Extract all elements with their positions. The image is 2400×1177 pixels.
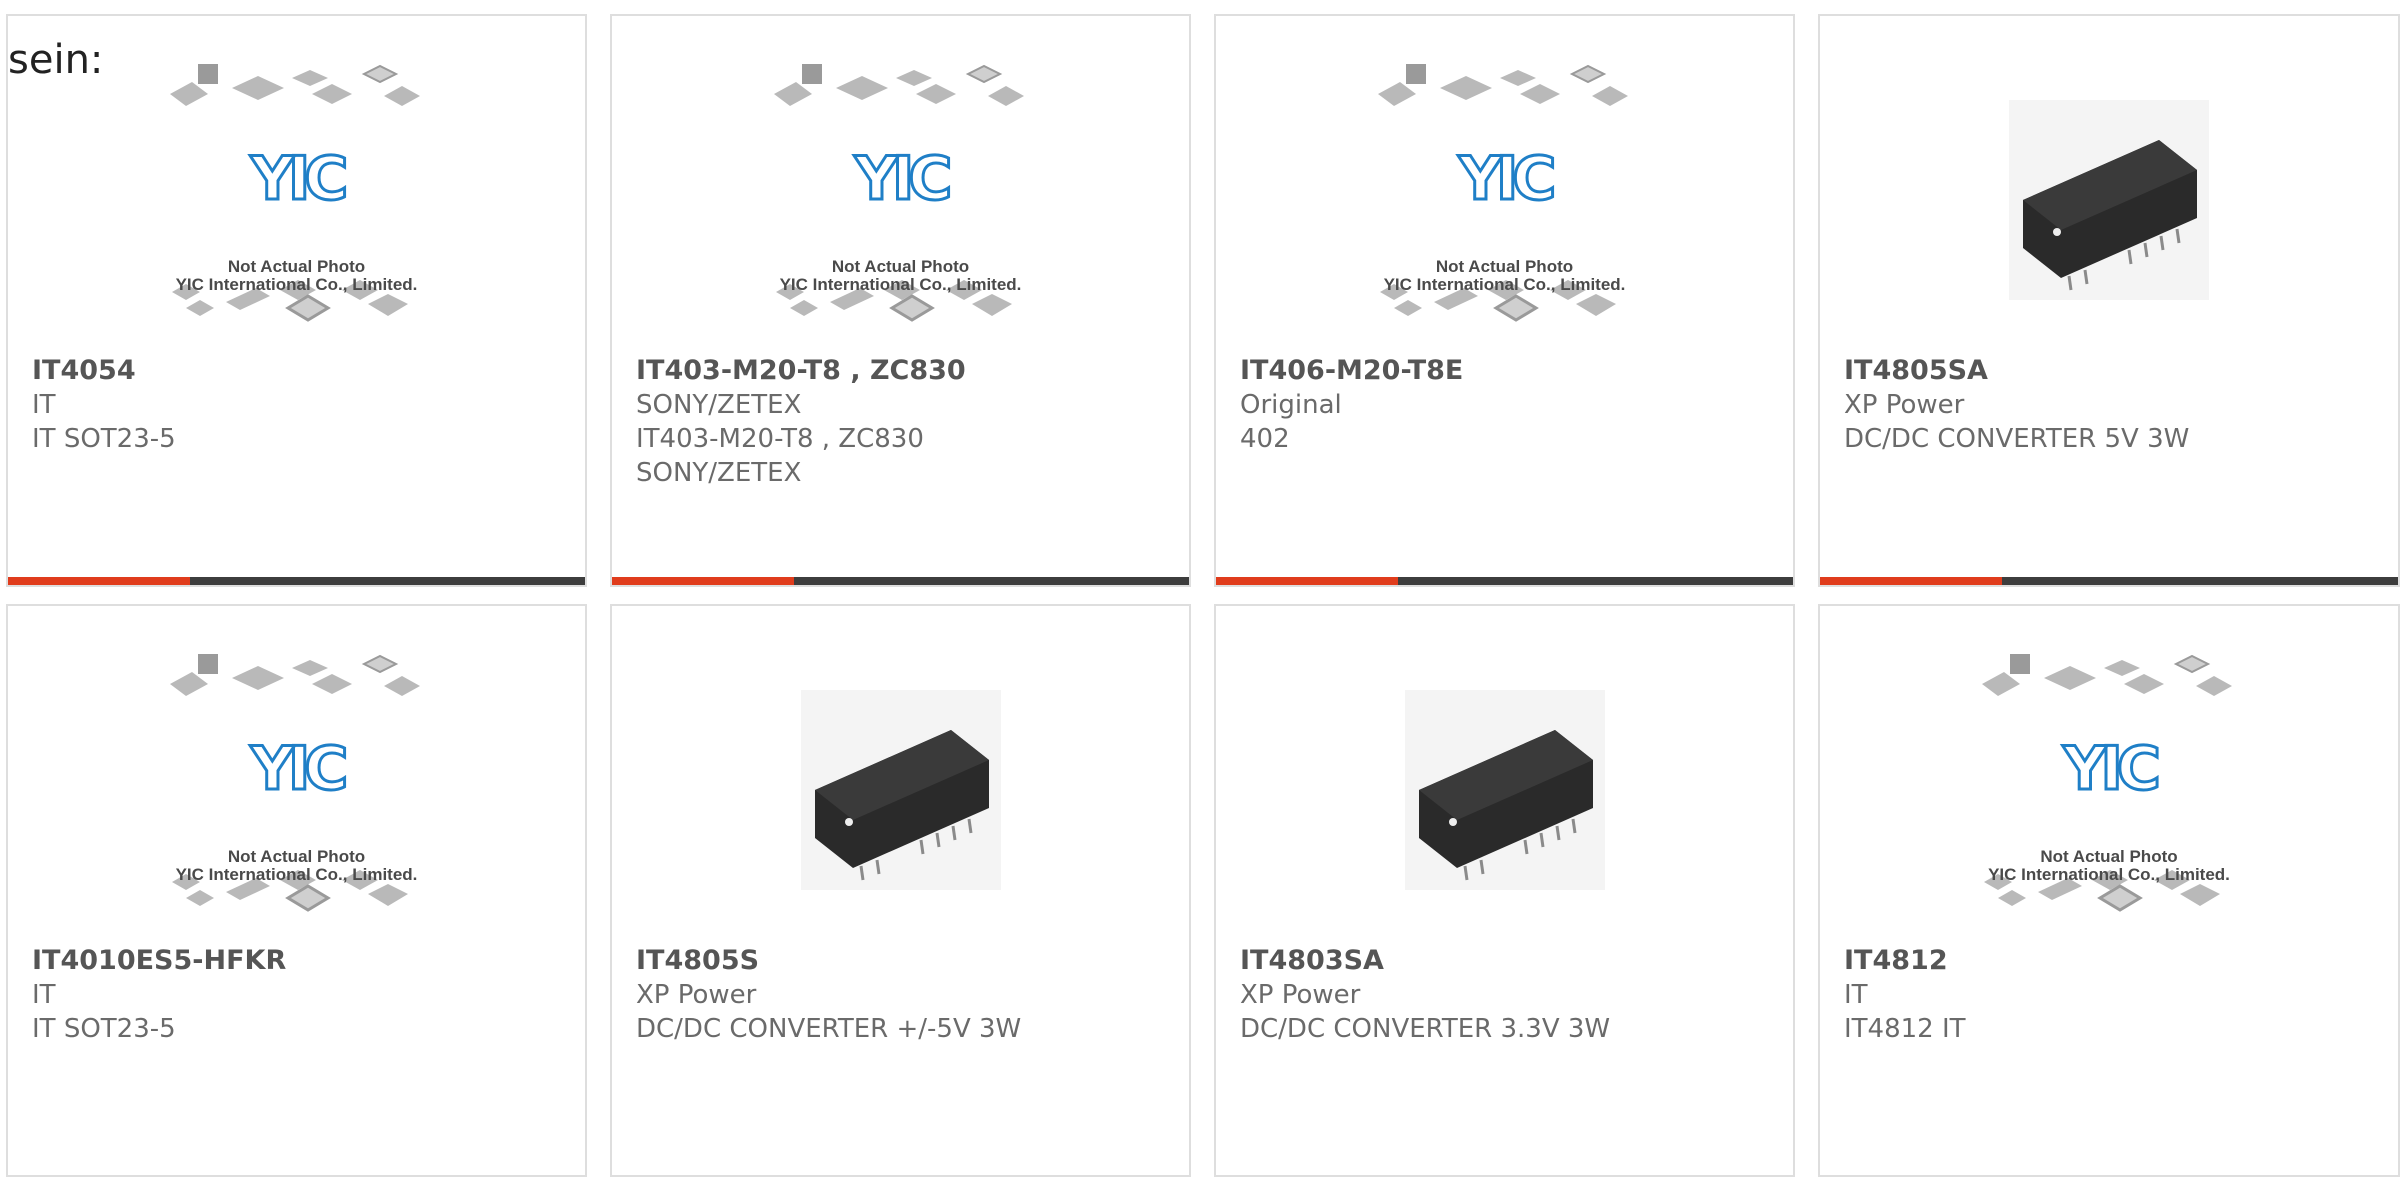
product-card[interactable]: YIC Not Actual Photo YIC International Co.…	[1818, 604, 2400, 1177]
part-number[interactable]: IT4010ES5-HFKR	[32, 944, 573, 978]
product-card[interactable]: YIC Not Actual Photo YIC International Co.…	[1214, 14, 1795, 587]
xp-power-module-image	[2009, 100, 2209, 300]
part-number[interactable]: IT4805S	[636, 944, 1177, 978]
not-actual-photo-placeholder: YIC Not Actual Photo YIC International Co.…	[1370, 54, 1640, 364]
product-image[interactable]: YIC Not Actual Photo YIC International Co.…	[1820, 644, 2398, 954]
part-number[interactable]: IT4812	[1844, 944, 2386, 978]
part-number[interactable]: IT4054	[32, 354, 573, 388]
not-actual-photo-placeholder: YIC Not Actual Photo YIC International Co.…	[162, 54, 432, 364]
placeholder-company: YIC International Co., Limited.	[779, 275, 1022, 294]
product-info: IT4812 IT IT4812 IT	[1844, 944, 2386, 1046]
card-accent-bar	[1216, 577, 1793, 585]
yic-logo: YIC	[249, 734, 350, 804]
manufacturer: SONY/ZETEX	[636, 390, 802, 420]
yic-logo: YIC	[249, 144, 350, 214]
part-number[interactable]: IT4805SA	[1844, 354, 2386, 388]
not-actual-photo-placeholder: YIC Not Actual Photo YIC International Co.…	[766, 54, 1036, 364]
description: 402	[1240, 424, 1290, 454]
product-card[interactable]: IT4805S XP Power DC/DC CONVERTER +/-5V 3…	[610, 604, 1191, 1177]
description: DC/DC CONVERTER 5V 3W	[1844, 424, 2190, 454]
part-number[interactable]: IT403-M20-T8 , ZC830	[636, 354, 1177, 388]
xp-power-module-image	[800, 690, 1001, 890]
product-image[interactable]	[1820, 54, 2398, 364]
product-card[interactable]: YIC Not Actual Photo YIC International Co.…	[610, 14, 1191, 587]
product-info: IT4805SA XP Power DC/DC CONVERTER 5V 3W	[1844, 354, 2386, 456]
description: DC/DC CONVERTER 3.3V 3W	[1240, 1014, 1611, 1044]
product-image[interactable]: YIC Not Actual Photo YIC International Co.…	[8, 644, 585, 954]
placeholder-company: YIC International Co., Limited.	[175, 275, 418, 294]
manufacturer: IT	[1844, 980, 1868, 1010]
card-accent-bar	[612, 577, 1189, 585]
product-image[interactable]: YIC Not Actual Photo YIC International Co.…	[1216, 54, 1793, 364]
product-info: IT403-M20-T8 , ZC830 SONY/ZETEX IT403-M2…	[636, 354, 1177, 490]
placeholder-company: YIC International Co., Limited.	[1383, 275, 1626, 294]
product-info: IT4805S XP Power DC/DC CONVERTER +/-5V 3…	[636, 944, 1177, 1046]
description: IT403-M20-T8 , ZC830	[636, 424, 924, 454]
manufacturer: XP Power	[1844, 390, 1965, 420]
placeholder-caption: Not Actual Photo	[1435, 257, 1574, 276]
manufacturer: XP Power	[636, 980, 757, 1010]
placeholder-caption: Not Actual Photo	[227, 257, 366, 276]
placeholder-caption: Not Actual Photo	[831, 257, 970, 276]
manufacturer: IT	[32, 390, 56, 420]
product-card[interactable]: YIC Not Actual Photo YIC International Co.…	[6, 604, 587, 1177]
product-info: IT4054 IT IT SOT23-5	[32, 354, 573, 456]
manufacturer: Original	[1240, 390, 1342, 420]
product-info: IT406-M20-T8E Original 402	[1240, 354, 1781, 456]
product-image[interactable]: YIC Not Actual Photo YIC International Co.…	[8, 54, 585, 364]
intro-text: sein:	[8, 37, 104, 83]
placeholder-caption: Not Actual Photo	[2040, 847, 2178, 866]
description: DC/DC CONVERTER +/-5V 3W	[636, 1014, 1022, 1044]
product-info: IT4010ES5-HFKR IT IT SOT23-5	[32, 944, 573, 1046]
product-grid: YIC Not Actual Photo YIC International Co.…	[0, 0, 2400, 1177]
yic-logo: YIC	[853, 144, 954, 214]
placeholder-caption: Not Actual Photo	[227, 847, 366, 866]
product-card[interactable]: IT4805SA XP Power DC/DC CONVERTER 5V 3W	[1818, 14, 2400, 587]
part-number[interactable]: IT4803SA	[1240, 944, 1781, 978]
manufacturer: IT	[32, 980, 56, 1010]
product-info: IT4803SA XP Power DC/DC CONVERTER 3.3V 3…	[1240, 944, 1781, 1046]
yic-logo: YIC	[2062, 734, 2163, 804]
placeholder-company: YIC International Co., Limited.	[1988, 865, 2230, 884]
description: IT4812 IT	[1844, 1014, 1966, 1044]
placeholder-company: YIC International Co., Limited.	[175, 865, 418, 884]
description: IT SOT23-5	[32, 1014, 176, 1044]
card-accent-bar	[8, 577, 585, 585]
product-card[interactable]: YIC Not Actual Photo YIC International Co.…	[6, 14, 587, 587]
card-accent-bar	[1820, 577, 2398, 585]
product-image[interactable]	[612, 644, 1189, 954]
part-number[interactable]: IT406-M20-T8E	[1240, 354, 1781, 388]
product-image[interactable]: YIC Not Actual Photo YIC International Co.…	[612, 54, 1189, 364]
not-actual-photo-placeholder: YIC Not Actual Photo YIC International Co.…	[1974, 644, 2244, 954]
description-extra: SONY/ZETEX	[636, 458, 802, 488]
manufacturer: XP Power	[1240, 980, 1361, 1010]
product-image[interactable]	[1216, 644, 1793, 954]
product-card[interactable]: IT4803SA XP Power DC/DC CONVERTER 3.3V 3…	[1214, 604, 1795, 1177]
yic-logo: YIC	[1457, 144, 1558, 214]
not-actual-photo-placeholder: YIC Not Actual Photo YIC International Co.…	[162, 644, 432, 954]
xp-power-module-image	[1404, 690, 1605, 890]
description: IT SOT23-5	[32, 424, 176, 454]
